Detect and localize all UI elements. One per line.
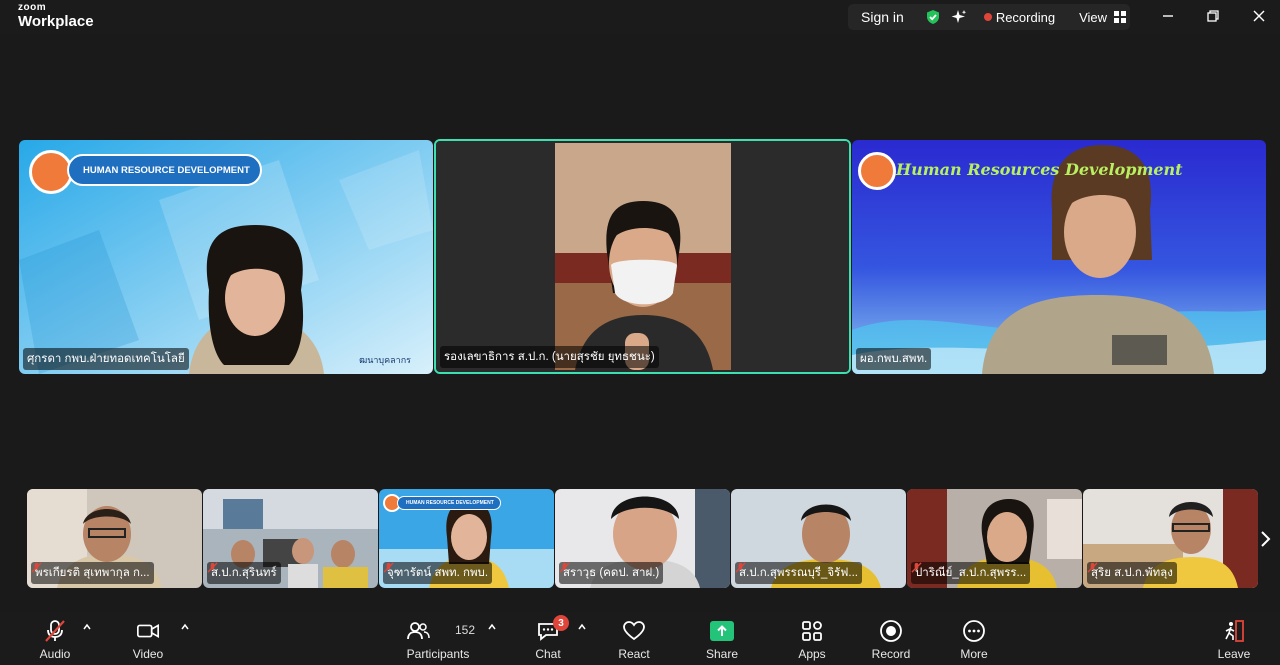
react-label: React — [618, 647, 650, 661]
participant-name: จุฑารัตน์ สพท. กพบ. — [387, 567, 489, 579]
mic-muted-icon — [383, 562, 394, 573]
gallery-tile[interactable]: ส.ป.ก.สุพรรณบุรี_จิรัฟ... — [731, 489, 906, 588]
participant-name-tag: ผอ.กพบ.สพท. — [856, 348, 932, 370]
participant-name: ศุกรดา กพบ.ฝ่ายทอดเทคโนโลยี — [27, 353, 185, 365]
meeting-stage: HUMAN RESOURCE DEVELOPMENT ฒนาบุคลากร ศุ… — [0, 34, 1280, 612]
audio-label: Audio — [39, 647, 71, 661]
video-feed-active-speaker — [436, 141, 849, 372]
mic-muted-icon — [911, 562, 922, 573]
share-screen-icon — [710, 621, 734, 641]
record-icon — [880, 620, 902, 642]
participant-name-tag: สุริย ส.ป.ก.พัทลุง — [1087, 562, 1177, 584]
video-tile-active-speaker[interactable]: รองเลขาธิการ ส.ป.ก. (นายสุรชัย ยุทธชนะ) — [434, 139, 851, 374]
video-camera-icon — [137, 624, 159, 638]
brand-small: zoom — [18, 2, 47, 13]
hr-development-banner: Human Resources Development — [896, 160, 1183, 179]
share-label: Share — [705, 647, 739, 661]
audio-button[interactable]: Audio — [35, 612, 75, 665]
banner-corner-text: ฒนาบุคลากร — [359, 355, 411, 365]
participant-name: ปาริณีย์_ส.ป.ก.สุพรร... — [915, 567, 1027, 579]
mic-muted-icon — [735, 562, 746, 573]
gallery-next-button[interactable] — [1256, 490, 1274, 588]
gallery-tile[interactable]: HUMAN RESOURCE DEVELOPMENT จุฑารัตน์ สพท… — [379, 489, 554, 588]
video-tile-speaker-3[interactable]: Human Resources Development ผอ.กพบ.สพท. — [852, 140, 1266, 374]
mic-muted-icon — [1087, 562, 1098, 573]
close-icon[interactable] — [1251, 8, 1267, 24]
more-dots-icon — [963, 620, 985, 642]
leave-label: Leave — [1217, 647, 1251, 661]
meeting-status-group: Sign in Recording View — [848, 4, 1130, 30]
more-label: More — [960, 647, 988, 661]
brand-name: Workplace — [18, 13, 94, 30]
mic-muted-icon — [31, 562, 42, 573]
ai-companion-icon[interactable] — [951, 9, 967, 25]
chevron-right-icon — [1261, 531, 1271, 547]
app-logo: zoom Workplace — [18, 2, 94, 30]
view-button[interactable]: View — [1079, 10, 1107, 25]
participant-name-tag: พรเกียรติ สุเทพากุล ก... — [31, 562, 154, 584]
gallery-tile[interactable]: ส.ป.ก.สุรินทร์ — [203, 489, 378, 588]
participants-icon — [407, 622, 430, 640]
gallery-tile[interactable]: ปาริณีย์_ส.ป.ก.สุพรร... — [907, 489, 1082, 588]
apps-icon — [802, 621, 822, 641]
leave-button[interactable]: Leave — [1214, 612, 1254, 665]
mic-muted-icon — [207, 562, 218, 573]
minimize-icon[interactable] — [1160, 8, 1176, 24]
participant-name-tag: รองเลขาธิการ ส.ป.ก. (นายสุรชัย ยุทธชนะ) — [440, 346, 659, 368]
participant-name-tag: ปาริณีย์_ส.ป.ก.สุพรร... — [911, 562, 1031, 584]
gallery-tile[interactable]: สราวุธ (คดป. สาฝ.) — [555, 489, 730, 588]
record-button[interactable]: Record — [869, 612, 913, 665]
restore-icon[interactable] — [1205, 8, 1221, 24]
video-options-chevron-icon[interactable] — [180, 622, 190, 632]
recording-indicator[interactable]: Recording — [996, 10, 1055, 25]
gallery-tile[interactable]: พรเกียรติ สุเทพากุล ก... — [27, 489, 202, 588]
participant-name: พรเกียรติ สุเทพากุล ก... — [35, 567, 150, 579]
react-button[interactable]: React — [614, 612, 654, 665]
sign-in-button[interactable]: Sign in — [861, 9, 904, 25]
share-button[interactable]: Share — [702, 612, 742, 665]
gallery-tile[interactable]: สุริย ส.ป.ก.พัทลุง — [1083, 489, 1258, 588]
chat-options-chevron-icon[interactable] — [577, 622, 587, 632]
video-tile-speaker-1[interactable]: HUMAN RESOURCE DEVELOPMENT ฒนาบุคลากร ศุ… — [19, 140, 433, 374]
heart-icon — [623, 621, 645, 641]
recording-dot-icon — [983, 13, 992, 21]
meeting-controls: Audio Video Participants 152 Chat 3 Reac… — [0, 612, 1280, 665]
participant-name: รองเลขาธิการ ส.ป.ก. (นายสุรชัย ยุทธชนะ) — [444, 351, 655, 363]
mic-muted-icon — [45, 620, 65, 642]
participant-name-tag: ส.ป.ก.สุพรรณบุรี_จิรัฟ... — [735, 562, 863, 584]
participant-name: สราวุธ (คดป. สาฝ.) — [563, 567, 660, 579]
apps-label: Apps — [798, 647, 826, 661]
participant-name: สุริย ส.ป.ก.พัทลุง — [1091, 567, 1173, 579]
audio-options-chevron-icon[interactable] — [82, 622, 92, 632]
participant-count: 152 — [455, 623, 476, 637]
chat-label: Chat — [535, 647, 561, 661]
participant-name-tag: สราวุธ (คดป. สาฝ.) — [559, 562, 664, 584]
participant-name-tag: ส.ป.ก.สุรินทร์ — [207, 562, 281, 584]
participant-name-tag: จุฑารัตน์ สพท. กพบ. — [383, 562, 493, 584]
participant-name-tag: ศุกรดา กพบ.ฝ่ายทอดเทคโนโลยี — [23, 348, 189, 370]
participant-name: ส.ป.ก.สุรินทร์ — [211, 567, 277, 579]
mic-muted-icon — [559, 562, 570, 573]
hrd-banner: HUMAN RESOURCE DEVELOPMENT — [397, 496, 501, 510]
video-button[interactable]: Video — [128, 612, 168, 665]
participants-options-chevron-icon[interactable] — [487, 622, 497, 632]
shield-check-icon[interactable] — [925, 9, 941, 25]
hrd-logo — [858, 152, 896, 190]
record-label: Record — [871, 647, 911, 661]
title-bar: zoom Workplace Sign in Recording View — [0, 0, 1280, 34]
participants-button[interactable]: Participants — [400, 612, 476, 665]
leave-icon — [1225, 620, 1244, 642]
apps-button[interactable]: Apps — [792, 612, 832, 665]
chat-unread-badge: 3 — [553, 615, 569, 631]
video-label: Video — [132, 647, 164, 661]
hrd-banner: HUMAN RESOURCE DEVELOPMENT — [67, 154, 262, 186]
more-button[interactable]: More — [954, 612, 994, 665]
participant-name: ผอ.กพบ.สพท. — [860, 353, 928, 365]
participants-label: Participants — [406, 647, 470, 661]
grid-view-icon[interactable] — [1113, 10, 1127, 24]
participant-name: ส.ป.ก.สุพรรณบุรี_จิรัฟ... — [739, 567, 859, 579]
